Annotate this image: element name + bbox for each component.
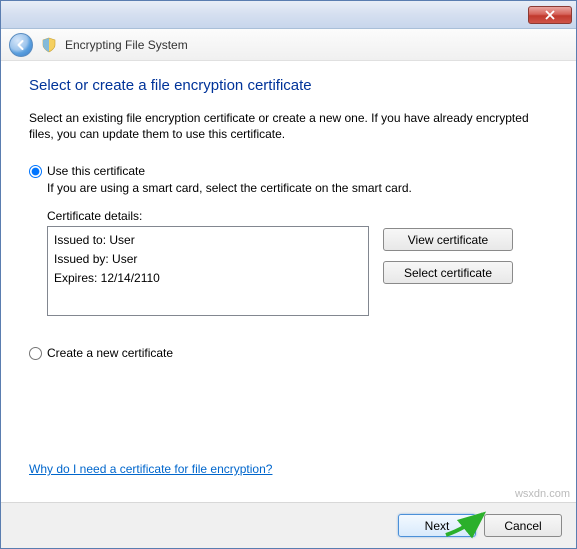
cert-expires: Expires: 12/14/2110 (54, 269, 362, 288)
page-description: Select an existing file encryption certi… (29, 110, 548, 142)
use-certificate-subtext: If you are using a smart card, select th… (47, 181, 548, 195)
page-heading: Select or create a file encryption certi… (29, 77, 548, 94)
radio-create-input[interactable] (29, 347, 42, 360)
watermark: wsxdn.com (515, 488, 570, 500)
certificate-details-area: Certificate details: Issued to: User Iss… (47, 209, 548, 316)
close-button[interactable] (528, 6, 572, 24)
cert-issued-by: Issued by: User (54, 250, 362, 269)
back-button[interactable] (9, 33, 33, 57)
option-use-certificate: Use this certificate If you are using a … (29, 164, 548, 316)
wizard-window: Encrypting File System Select or create … (0, 0, 577, 549)
radio-create-certificate[interactable]: Create a new certificate (29, 346, 548, 360)
radio-use-label: Use this certificate (47, 164, 145, 178)
option-create-certificate: Create a new certificate (29, 346, 548, 360)
arrow-left-icon (15, 39, 27, 51)
radio-use-input[interactable] (29, 165, 42, 178)
cert-issued-to: Issued to: User (54, 231, 362, 250)
select-certificate-button[interactable]: Select certificate (383, 261, 513, 284)
certificate-details-box: Issued to: User Issued by: User Expires:… (47, 226, 369, 316)
radio-use-certificate[interactable]: Use this certificate (29, 164, 548, 178)
footer-bar: Next Cancel (1, 502, 576, 548)
content-area: Select or create a file encryption certi… (1, 61, 576, 360)
header-strip: Encrypting File System (1, 29, 576, 61)
close-icon (545, 10, 555, 20)
shield-icon (41, 37, 57, 53)
next-button[interactable]: Next (398, 514, 476, 537)
cancel-button[interactable]: Cancel (484, 514, 562, 537)
help-link[interactable]: Why do I need a certificate for file enc… (29, 462, 272, 476)
radio-create-label: Create a new certificate (47, 346, 173, 360)
view-certificate-button[interactable]: View certificate (383, 228, 513, 251)
window-title: Encrypting File System (65, 38, 188, 52)
certificate-details-label: Certificate details: (47, 209, 548, 223)
titlebar (1, 1, 576, 29)
